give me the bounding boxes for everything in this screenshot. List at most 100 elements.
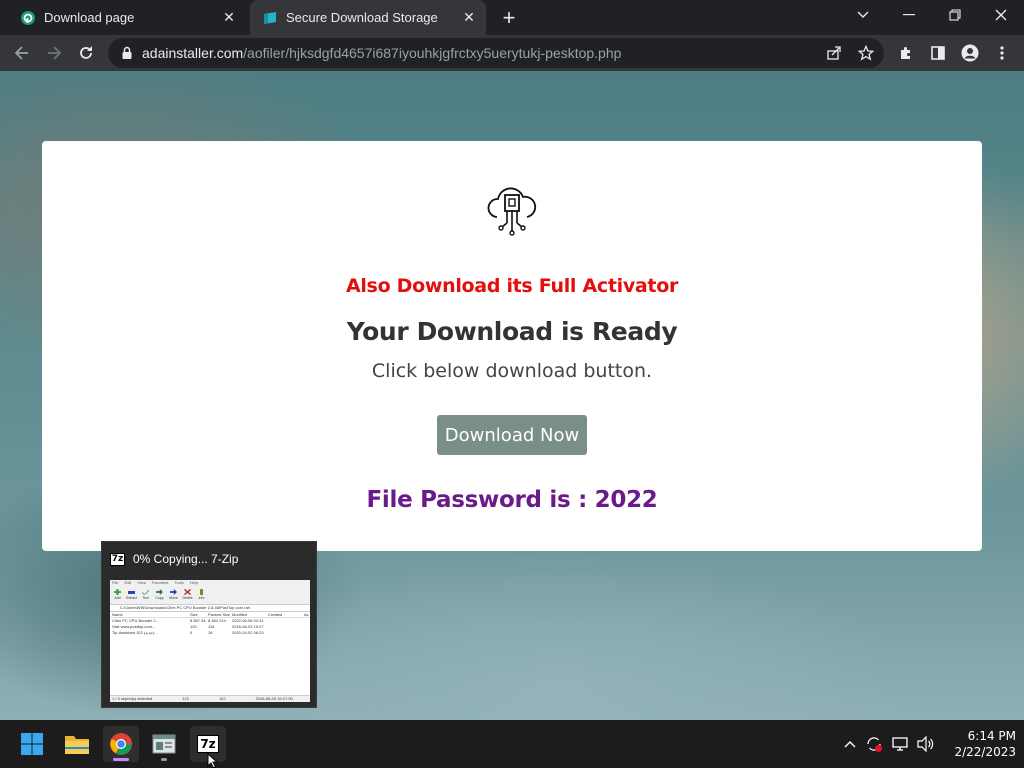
arrow-left-icon [14,46,28,60]
volume-button[interactable] [916,734,936,754]
tab-title: Secure Download Storage [286,10,438,25]
windows-logo-icon [21,733,43,755]
bookmark-button[interactable] [855,42,877,64]
tab-download-page[interactable]: Download page ✕ [8,0,246,35]
thumb-col-created: Created [268,612,283,617]
chevron-down-icon [857,11,869,18]
network-button[interactable] [891,734,911,754]
folder-icon [65,736,89,754]
file-explorer-button[interactable] [59,726,95,762]
minus-icon [128,591,135,594]
tab-title: Download page [44,10,135,25]
thumb-menu-item: Tools [174,580,184,585]
plus-icon [114,589,121,595]
url-domain: adainstaller.com [142,45,244,61]
window-app-icon [152,734,176,754]
thumb-menu-item: File [112,580,119,585]
close-window-button[interactable] [978,0,1024,30]
thumb-col-modified: Modified [232,612,248,617]
7zip-icon: 7z [110,552,125,566]
thumb-cell: 0 [190,630,193,635]
running-indicator [161,758,167,761]
thumb-test-tool: Test [141,589,150,604]
chrome-taskbar-button[interactable] [103,726,139,762]
close-tab-icon[interactable]: ✕ [218,7,240,29]
thumb-col-size: Size [190,612,198,617]
back-button[interactable] [8,39,36,67]
extensions-button[interactable] [895,42,917,64]
app-window-taskbar-button[interactable] [146,726,182,762]
new-tab-button[interactable]: + [496,5,522,31]
thumb-tool-label: Delete [182,596,193,600]
reload-button[interactable] [72,39,100,67]
thumb-col-accessed: Ac [304,612,309,617]
thumb-status-text: 122 [218,696,226,701]
system-clock[interactable]: 6:14 PM 2/22/2023 [946,728,1016,760]
info-icon [200,589,203,595]
profile-button[interactable] [959,42,981,64]
address-bar[interactable]: adainstaller.com/aofiler/hjksdgfd4657i68… [108,38,884,68]
share-button[interactable] [823,42,845,64]
sync-status-button[interactable] [864,734,884,754]
minimize-button[interactable] [886,0,932,30]
menu-button[interactable] [991,42,1013,64]
thumb-toolbar: Add Extract Test Copy Move Delete Info [110,587,310,605]
preview-window-thumbnail: File Edit View Favorites Tools Help Add … [110,580,310,702]
thumb-table-row: Tip-Assistant 102 (جديد)... 0 18 2020-04… [110,630,310,636]
sync-error-icon [867,737,882,752]
browser-toolbar: adainstaller.com/aofiler/hjksdgfd4657i68… [0,35,1024,71]
mouse-cursor-icon [207,753,219,768]
preview-title: 7z 0% Copying... 7-Zip [110,552,238,566]
thumb-add-tool: Add [113,589,122,604]
show-hidden-icons-button[interactable] [840,734,860,754]
share-icon [827,46,841,60]
thumb-status-text: 2016-06-03 19:27:00 [255,696,293,701]
thumb-tool-label: Extract [126,596,137,600]
delete-x-icon [184,589,191,595]
cloud-chip-icon [487,187,537,236]
speaker-icon [917,736,934,752]
network-icon [892,737,908,751]
reload-icon [80,46,92,59]
side-panel-button[interactable] [927,42,949,64]
clock-date: 2/22/2023 [954,745,1016,759]
7zip-icon: 7z [197,735,219,753]
thumb-cell: 2020-04-02 06:23 [232,630,264,635]
thumb-address-bar: C:\Users\WIN\Downloads\Citrix PC CPU Boo… [110,605,310,612]
thumb-col-name: Name [112,612,123,617]
thumb-status-bar: 1 / 3 object(s) selected 122 122 2016-06… [110,695,310,702]
forward-button[interactable] [40,39,68,67]
thumb-cell: Tip-Assistant 102 (جديد)... [112,630,158,635]
instruction-text: Click below download button. [371,360,653,382]
side-panel-icon [931,46,945,60]
thumb-tool-label: Copy [155,596,164,600]
tab-strip: Download page ✕ Secure Download Storage … [0,0,1024,35]
storage-favicon-icon [264,11,276,24]
close-tab-icon[interactable]: ✕ [458,7,480,29]
thumb-tool-label: Add [114,596,121,600]
tab-secure-download-storage[interactable]: Secure Download Storage ✕ [250,0,486,35]
restore-button[interactable] [932,0,978,30]
thumb-extract-tool: Extract [126,589,137,604]
windows-taskbar: 7z 6:14 PM 2/22/2023 [0,720,1024,768]
lock-icon[interactable] [120,46,134,60]
arrow-right-icon [48,46,62,60]
arrow-right-icon [156,589,163,595]
thumb-info-tool: Info [197,589,206,604]
thumb-copy-tool: Copy [155,589,164,604]
active-indicator [113,758,129,761]
minimize-icon [903,14,915,16]
tab-search-button[interactable] [840,0,886,30]
chrome-icon [110,733,132,755]
more-vert-icon [1000,46,1004,60]
activator-promo-link[interactable]: Also Download its Full Activator [42,275,982,297]
check-icon [142,589,149,595]
thumb-move-tool: Move [169,589,178,604]
puzzle-icon [901,47,910,59]
taskbar-thumbnail-preview[interactable]: 7z 0% Copying... 7-Zip File Edit View Fa… [101,541,317,708]
start-button[interactable] [14,726,50,762]
file-password-text: File Password is : 2022 [366,487,658,513]
thumb-menu-item: Edit [124,580,132,585]
thumb-menu-item: Favorites [151,580,169,585]
download-now-button[interactable]: Download Now [437,415,587,455]
